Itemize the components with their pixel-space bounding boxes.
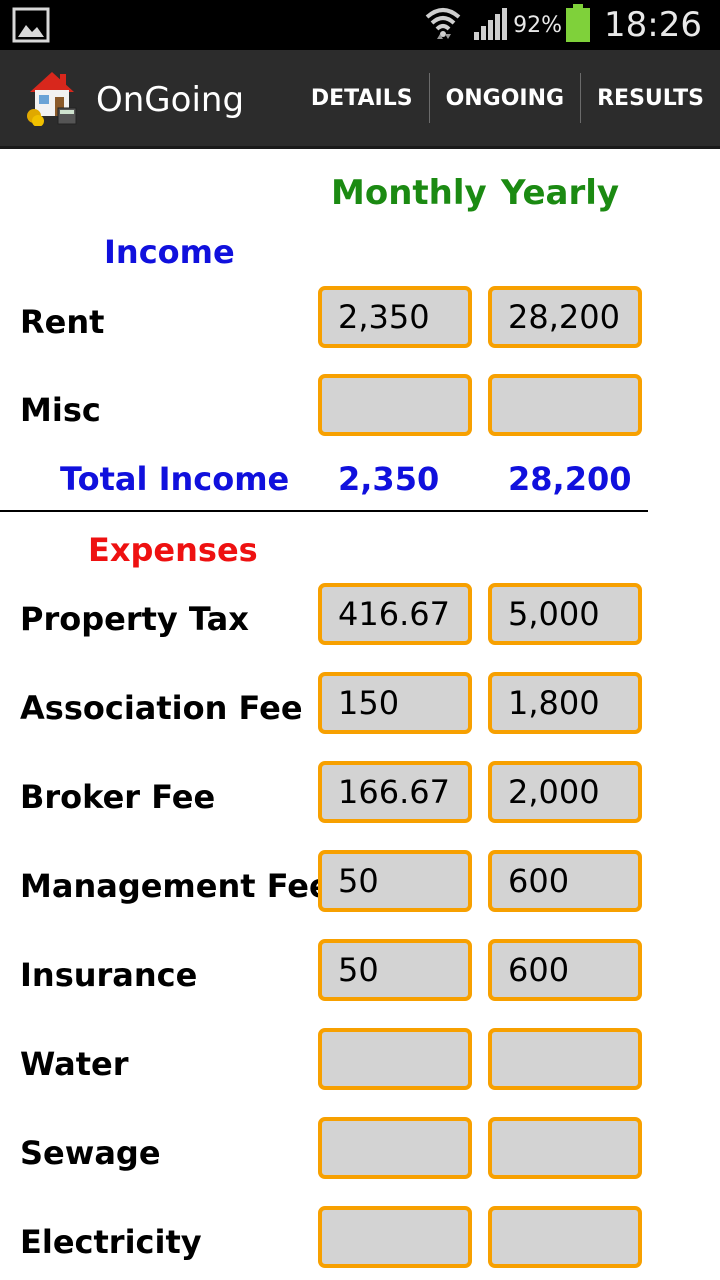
ongoing-form: Monthly Yearly Income Rent 2,350 28,200 … — [0, 149, 720, 1280]
tab-ongoing[interactable]: ONGOING — [430, 50, 581, 146]
insurance-label: Insurance — [20, 956, 198, 994]
status-bar: 92% 18:26 — [0, 0, 720, 50]
action-bar: OnGoing DETAILS ONGOING RESULTS — [0, 50, 720, 149]
tab-results[interactable]: RESULTS — [581, 50, 720, 146]
total-income-label: Total Income — [60, 460, 290, 498]
wifi-icon — [423, 3, 463, 47]
electricity-yearly-field[interactable] — [488, 1206, 642, 1268]
yearly-column-header: Yearly — [501, 173, 620, 213]
association-fee-monthly-field[interactable]: 150 — [318, 672, 472, 734]
broker-fee-label: Broker Fee — [20, 778, 216, 816]
signal-icon — [473, 6, 509, 44]
section-divider — [0, 510, 648, 512]
electricity-monthly-field[interactable] — [318, 1206, 472, 1268]
tab-details[interactable]: DETAILS — [295, 50, 429, 146]
broker-fee-monthly-field[interactable]: 166.67 — [318, 761, 472, 823]
rent-label: Rent — [20, 303, 105, 341]
broker-fee-yearly-field[interactable]: 2,000 — [488, 761, 642, 823]
association-fee-label: Association Fee — [20, 689, 303, 727]
insurance-monthly-field[interactable]: 50 — [318, 939, 472, 1001]
income-heading: Income — [104, 233, 235, 271]
sewage-yearly-field[interactable] — [488, 1117, 642, 1179]
notification-image-icon — [12, 7, 50, 47]
clock: 18:26 — [604, 5, 702, 45]
association-fee-yearly-field[interactable]: 1,800 — [488, 672, 642, 734]
expenses-heading: Expenses — [88, 531, 258, 569]
water-yearly-field[interactable] — [488, 1028, 642, 1090]
property-tax-yearly-field[interactable]: 5,000 — [488, 583, 642, 645]
sewage-label: Sewage — [20, 1134, 161, 1172]
battery-percent: 92% — [513, 12, 563, 38]
management-fee-label: Management Fee — [20, 867, 331, 905]
misc-yearly-field[interactable] — [488, 374, 642, 436]
insurance-yearly-field[interactable]: 600 — [488, 939, 642, 1001]
app-title: OnGoing — [96, 80, 245, 120]
battery-icon — [566, 4, 591, 46]
tab-bar: DETAILS ONGOING RESULTS — [295, 50, 720, 146]
water-monthly-field[interactable] — [318, 1028, 472, 1090]
management-fee-yearly-field[interactable]: 600 — [488, 850, 642, 912]
sewage-monthly-field[interactable] — [318, 1117, 472, 1179]
misc-monthly-field[interactable] — [318, 374, 472, 436]
monthly-column-header: Monthly — [331, 173, 487, 213]
total-income-yearly: 28,200 — [508, 460, 632, 498]
total-income-monthly: 2,350 — [338, 460, 440, 498]
property-tax-monthly-field[interactable]: 416.67 — [318, 583, 472, 645]
property-tax-label: Property Tax — [20, 600, 249, 638]
management-fee-monthly-field[interactable]: 50 — [318, 850, 472, 912]
rent-monthly-field[interactable]: 2,350 — [318, 286, 472, 348]
misc-label: Misc — [20, 391, 101, 429]
house-calculator-icon — [24, 66, 80, 127]
water-label: Water — [20, 1045, 129, 1083]
electricity-label: Electricity — [20, 1223, 202, 1261]
rent-yearly-field[interactable]: 28,200 — [488, 286, 642, 348]
